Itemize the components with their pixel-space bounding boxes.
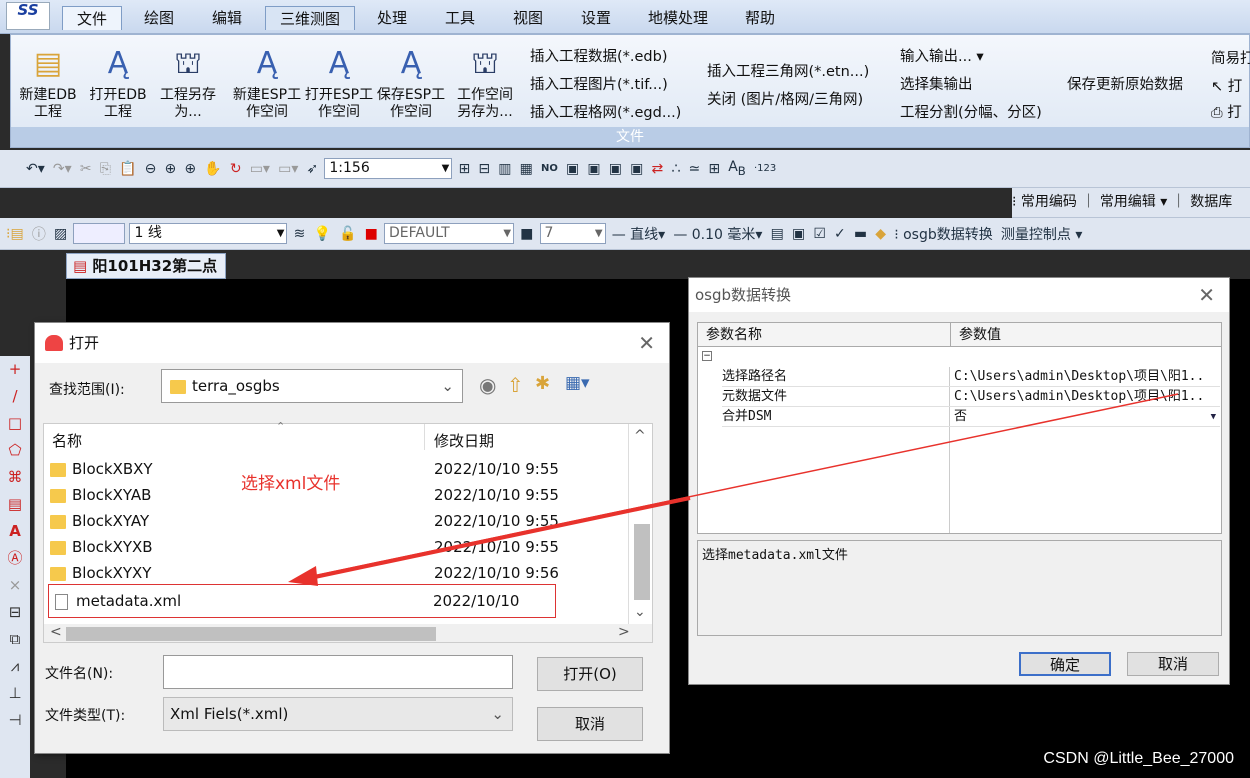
arrow-shaft: [309, 496, 691, 580]
watermark: CSDN @Little_Bee_27000: [1043, 750, 1234, 767]
arrow-head: [288, 566, 318, 586]
annotation-arrow: [288, 393, 1179, 586]
